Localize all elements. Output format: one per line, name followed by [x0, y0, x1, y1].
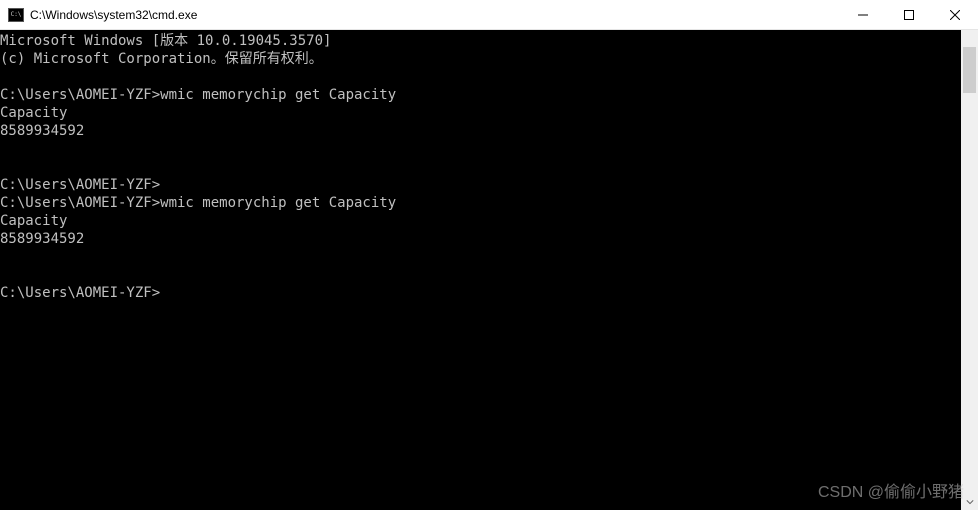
watermark-text: CSDN @偷偷小野猪 — [818, 484, 964, 502]
close-icon — [950, 10, 960, 20]
scroll-down-button[interactable] — [961, 493, 978, 510]
terminal-output: Microsoft Windows [版本 10.0.19045.3570] (… — [0, 32, 961, 302]
vertical-scrollbar[interactable] — [961, 30, 978, 510]
maximize-button[interactable] — [886, 0, 932, 29]
window-controls — [840, 0, 978, 29]
close-button[interactable] — [932, 0, 978, 29]
minimize-icon — [858, 10, 868, 20]
titlebar-left: C:\Windows\system32\cmd.exe — [0, 8, 197, 22]
terminal-area[interactable]: Microsoft Windows [版本 10.0.19045.3570] (… — [0, 30, 978, 510]
maximize-icon — [904, 10, 914, 20]
window-titlebar[interactable]: C:\Windows\system32\cmd.exe — [0, 0, 978, 30]
window-title: C:\Windows\system32\cmd.exe — [30, 8, 197, 22]
chevron-down-icon — [966, 498, 974, 506]
minimize-button[interactable] — [840, 0, 886, 29]
cmd-icon — [8, 8, 24, 22]
scroll-thumb[interactable] — [963, 47, 976, 93]
